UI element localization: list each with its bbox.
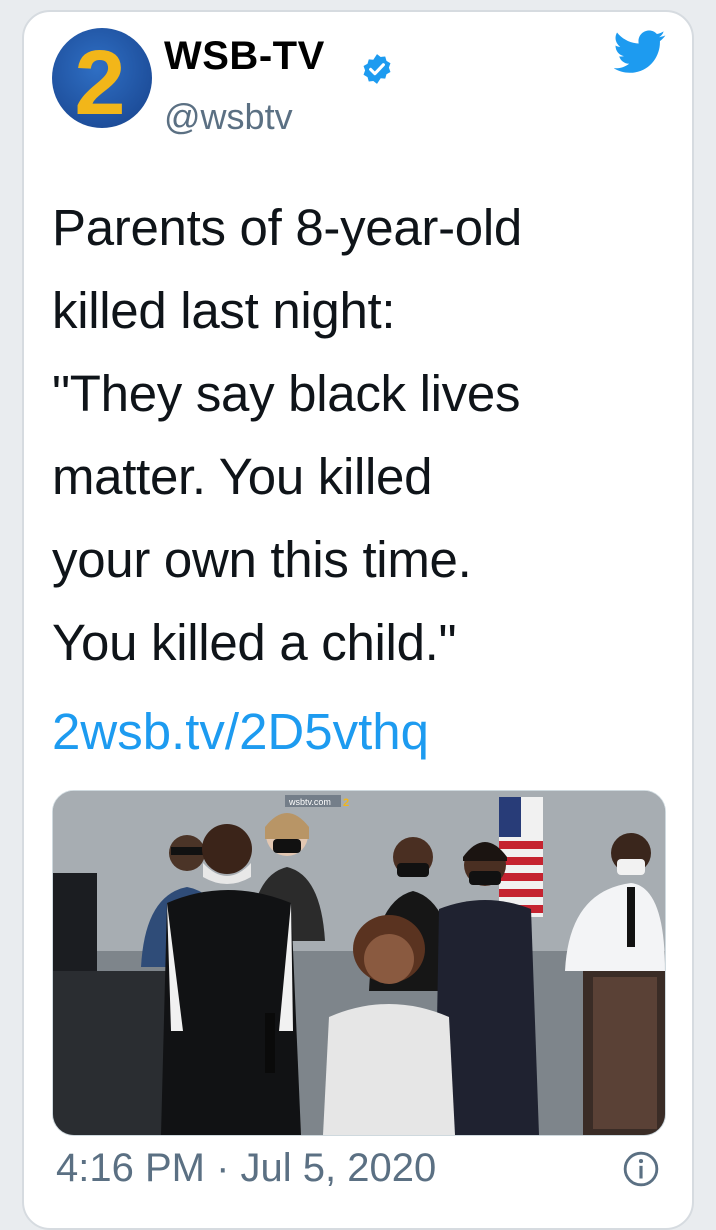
svg-text:2: 2	[343, 797, 349, 809]
twitter-bird-icon[interactable]	[614, 30, 666, 74]
tweet-text-line: killed last night:	[52, 282, 396, 339]
verified-badge-icon	[363, 54, 391, 84]
tweet-media-image[interactable]: wsbtv.com 2	[52, 790, 666, 1136]
press-conference-photo: wsbtv.com 2	[53, 791, 665, 1135]
account-handle[interactable]: @wsbtv	[164, 96, 293, 138]
tweet-timestamp[interactable]: 4:16 PM · Jul 5, 2020	[56, 1146, 436, 1191]
media-watermark: wsbtv.com	[288, 797, 331, 807]
tweet-text-line: your own this time.	[52, 531, 472, 588]
profile-avatar[interactable]: 2	[52, 28, 152, 128]
account-name[interactable]: WSB-TV	[164, 34, 325, 79]
tweet-text-line: "They say black lives	[52, 365, 521, 422]
tweet-text: Parents of 8-year-old killed last night:…	[52, 186, 672, 684]
wsb-logo-icon: 2	[74, 32, 125, 128]
tweet-link[interactable]: 2wsb.tv/2D5vthq	[52, 690, 429, 773]
info-icon[interactable]	[622, 1150, 660, 1188]
tweet-text-line: You killed a child."	[52, 614, 457, 671]
avatar-logo-text: 2	[74, 32, 125, 128]
tweet-text-line: Parents of 8-year-old	[52, 199, 522, 256]
tweet-text-line: matter. You killed	[52, 448, 433, 505]
